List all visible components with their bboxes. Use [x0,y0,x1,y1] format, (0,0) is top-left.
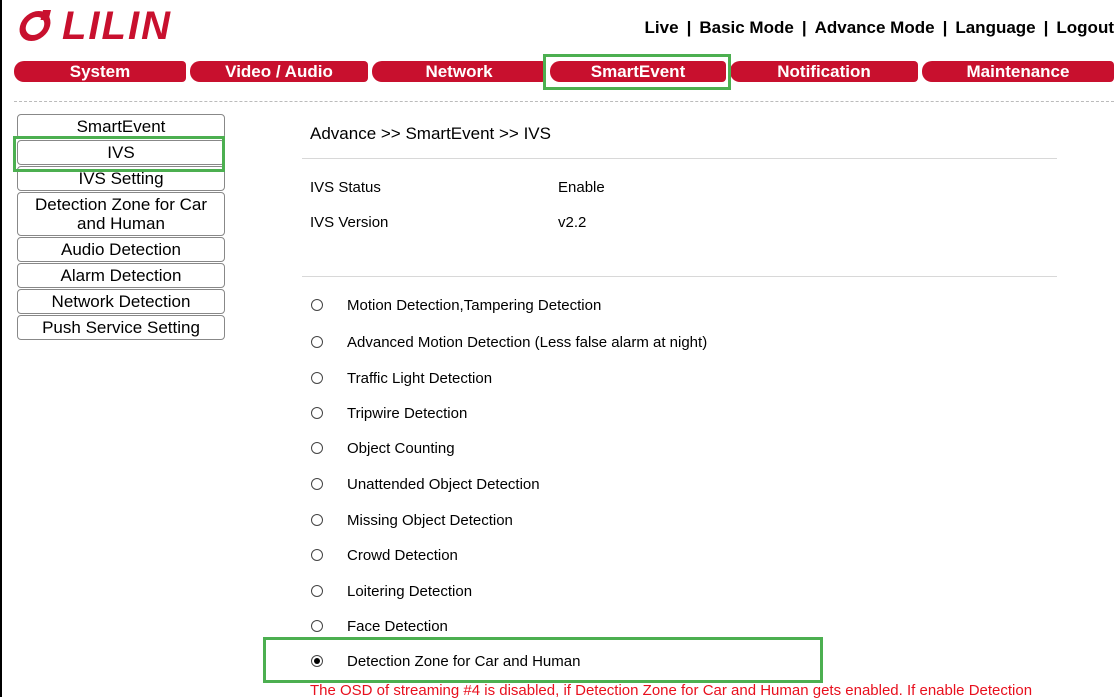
radio-button[interactable] [311,514,323,526]
nav-logout-link[interactable]: Logout [1056,18,1114,37]
sidebar-item-audio-detection[interactable]: Audio Detection [17,237,225,262]
radio-button[interactable] [311,336,323,348]
radio-button[interactable] [311,372,323,384]
tab-system[interactable]: System [14,61,186,82]
option-label: Crowd Detection [347,547,458,564]
breadcrumb: Advance >> SmartEvent >> IVS [310,124,551,143]
header-divider [14,101,1114,102]
nav-advance-mode-link[interactable]: Advance Mode [815,18,935,37]
tab-notification[interactable]: Notification [730,61,918,82]
option-label: Face Detection [347,618,448,635]
nav-separator: | [942,18,948,37]
radio-button[interactable] [311,585,323,597]
nav-separator: | [686,18,692,37]
radio-button[interactable] [311,299,323,311]
ivs-version-label: IVS Version [310,214,389,231]
option-label: Unattended Object Detection [347,476,540,493]
ivs-status-label: IVS Status [310,179,381,196]
sidebar-item-network-detection[interactable]: Network Detection [17,289,225,314]
tab-maintenance[interactable]: Maintenance [922,61,1114,82]
logo-text: LILIN [62,6,172,46]
radio-button[interactable] [311,620,323,632]
sidebar-ivs-highlight [13,136,225,172]
radio-button[interactable] [311,478,323,490]
active-tab-highlight [543,54,731,90]
option-label: Advanced Motion Detection (Less false al… [347,334,708,351]
ivs-version-value: v2.2 [558,214,587,231]
option-label: Traffic Light Detection [347,370,493,387]
option-label: Object Counting [347,440,455,457]
nav-basic-mode-link[interactable]: Basic Mode [699,18,793,37]
nav-separator: | [1043,18,1049,37]
option-label: Loitering Detection [347,583,473,600]
osd-warning-text: The OSD of streaming #4 is disabled, if … [310,682,1033,699]
content-divider [302,276,1057,277]
radio-button[interactable] [311,442,323,454]
option-label: Motion Detection,Tampering Detection [347,297,602,314]
radio-button[interactable] [311,407,323,419]
nav-separator: | [801,18,807,37]
top-navigation: Live | Basic Mode | Advance Mode | Language | Lo… [645,18,1114,38]
tab-video-audio[interactable]: Video / Audio [190,61,368,82]
sidebar-item-push-service[interactable]: Push Service Setting [17,315,225,340]
radio-button[interactable] [311,549,323,561]
selected-option-highlight [263,637,823,683]
sidebar-item-alarm-detection[interactable]: Alarm Detection [17,263,225,288]
sidebar-item-detection-zone[interactable]: Detection Zone for Car and Human [17,192,225,236]
option-label: Tripwire Detection [347,405,468,422]
ivs-status-value: Enable [558,179,605,196]
lilin-logo: LILIN [18,6,238,46]
option-label: Missing Object Detection [347,512,513,529]
content-divider [302,158,1057,159]
nav-language-link[interactable]: Language [955,18,1035,37]
tab-network[interactable]: Network [372,61,546,82]
nav-live-link[interactable]: Live [645,18,679,37]
